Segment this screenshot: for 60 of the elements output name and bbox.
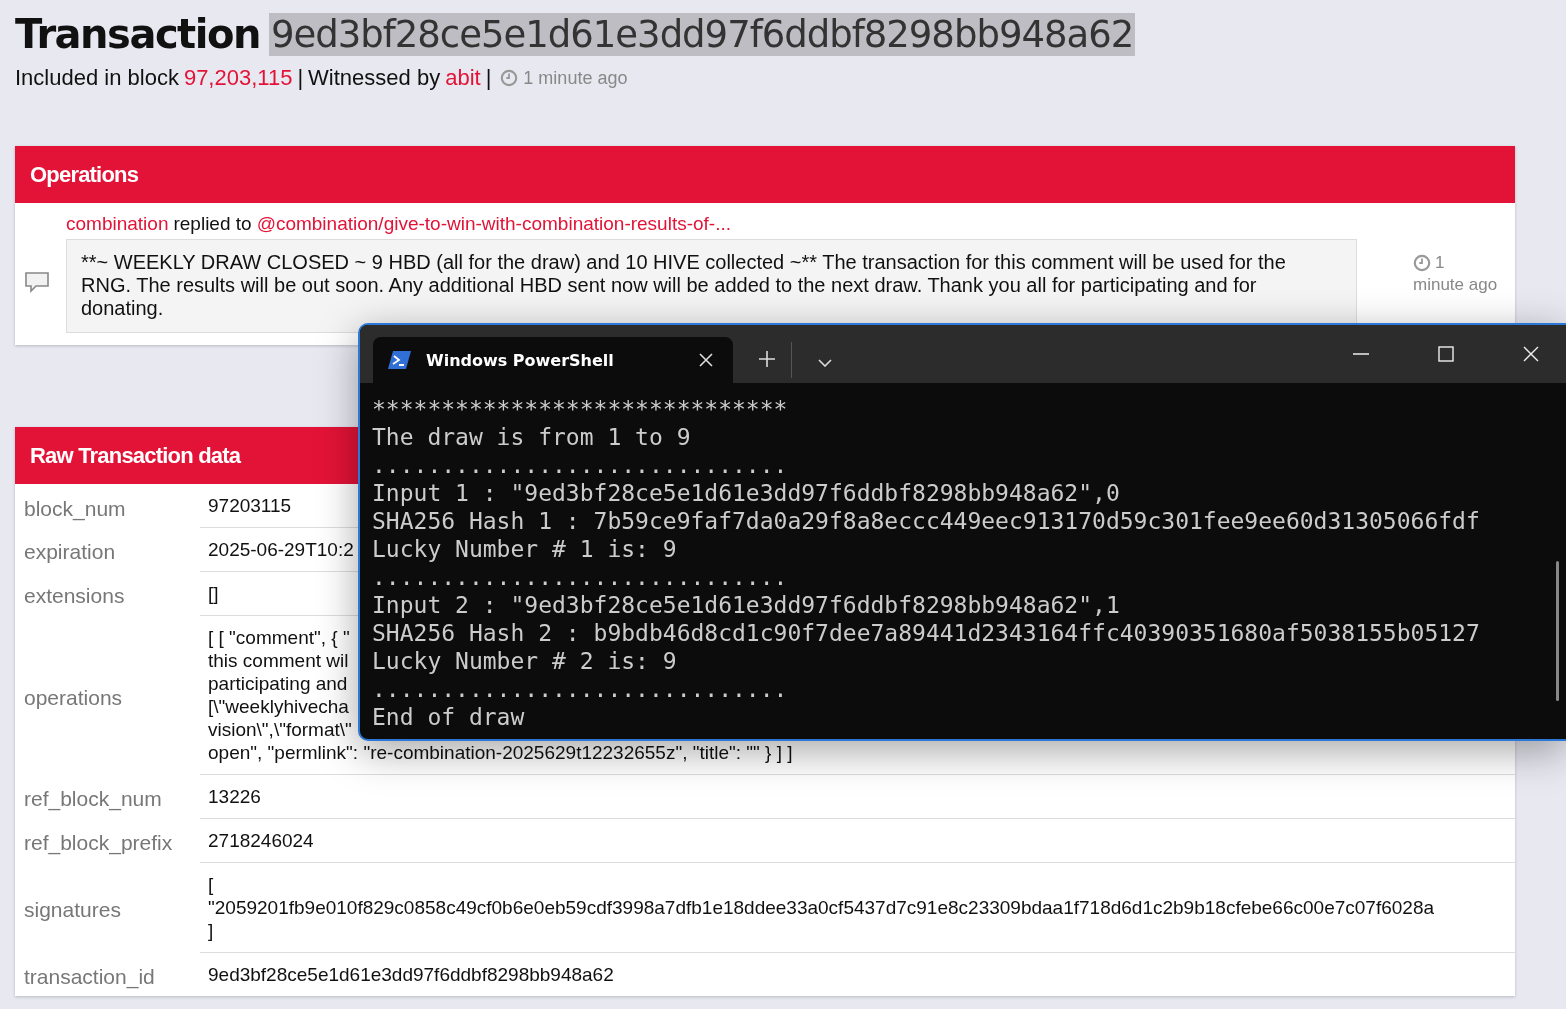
witness-label: Witnessed by xyxy=(308,65,441,91)
timestamp: minute ago xyxy=(1413,275,1498,295)
field-value: [ [ "comment", { " xyxy=(208,627,350,648)
transaction-hash: 9ed3bf28ce5e1d61e3dd97f6ddbf8298bb948a62 xyxy=(268,12,1136,56)
page-title: Transaction xyxy=(15,11,260,57)
field-value: 2025-06-29T10:2 xyxy=(208,539,354,560)
block-link[interactable]: 97,203,115 xyxy=(183,65,293,91)
field-value: open", "permlink": "re-combination-2025629t12232655z", "title": "" } ] ] xyxy=(208,742,793,763)
block-label: Included in block xyxy=(15,65,179,91)
field-value: vision\",\"format\" xyxy=(208,719,352,740)
terminal-line: .............................. xyxy=(372,563,789,591)
close-icon[interactable] xyxy=(699,353,713,367)
comment-body: **~ WEEKLY DRAW CLOSED ~ 9 HBD (all for the draw) and 10 HIVE collected ~** The transaction for this comment will be used for the RNG. The results will be out soon. Any additional HBD sent now will be added to the next draw. Thank you all for participating and for donating. xyxy=(66,239,1357,333)
card-header: Operations xyxy=(15,146,1515,203)
field-value: [] xyxy=(208,583,219,604)
terminal-line: .............................. xyxy=(372,675,789,703)
terminal-line: .............................. xyxy=(372,451,789,479)
terminal-line: ****************************** xyxy=(372,395,789,423)
separator: | xyxy=(297,65,304,91)
comment-icon xyxy=(24,271,50,293)
timestamp: 1 xyxy=(1435,253,1445,273)
field-value: [ xyxy=(208,874,214,895)
field-value: ] xyxy=(208,920,214,941)
field-key: ref_block_prefix xyxy=(15,818,200,862)
field-value: 2718246024 xyxy=(208,830,314,851)
field-key: block_num xyxy=(15,484,200,527)
field-key: ref_block_num xyxy=(15,774,200,818)
field-value: participating and xyxy=(208,673,348,694)
maximize-icon[interactable] xyxy=(1438,346,1454,362)
terminal-tab[interactable]: Windows PowerShell xyxy=(373,337,733,383)
field-value: 97203115 xyxy=(208,495,292,516)
field-key: extensions xyxy=(15,571,200,615)
close-icon[interactable] xyxy=(1523,346,1539,362)
post-link[interactable]: @combination/give-to-win-with-combination-results-of-... xyxy=(256,213,732,235)
field-value: "2059201fb9e010f829c0858c49cf0b6e0eb59cdf3998a7dfb1e18ddee33a0cf5437d7c91e8c23309bdaa1f718d6d1c2b9b18cfebe66c00e7c07f6028a xyxy=(208,897,1434,918)
field-value: 9ed3bf28ce5e1d61e3dd97f6ddbf8298bb948a62 xyxy=(208,964,614,985)
terminal-line: SHA256 Hash 1 : 7b59ce9faf7da0a29f8a8eccc449eec913170d59c301fee9ee60d31305066fdf xyxy=(372,507,1481,535)
timestamp: 1 minute ago xyxy=(523,67,628,89)
field-value: 13226 xyxy=(208,786,261,807)
chevron-down-icon[interactable] xyxy=(818,359,832,367)
clock-icon xyxy=(1413,254,1431,272)
author-link[interactable]: combination xyxy=(66,213,169,235)
field-value: [\"weeklyhivecha xyxy=(208,696,349,717)
terminal-line: Input 2 : "9ed3bf28ce5e1d61e3dd97f6ddbf8298bb948a62",1 xyxy=(372,591,1121,619)
field-value: this comment wil xyxy=(208,650,349,671)
clock-icon xyxy=(500,69,519,87)
terminal-line: Lucky Number # 2 is: 9 xyxy=(372,647,678,675)
scrollbar[interactable] xyxy=(1556,561,1559,701)
witness-link[interactable]: abit xyxy=(445,65,481,91)
terminal-line: SHA256 Hash 2 : b9bdb46d8cd1c90f7dee7a89441d2343164ffc40390351680af5038155b05127 xyxy=(372,619,1481,647)
field-key: expiration xyxy=(15,527,200,571)
powershell-icon xyxy=(388,350,412,370)
field-key: operations xyxy=(15,615,200,774)
terminal-line: Lucky Number # 1 is: 9 xyxy=(372,535,678,563)
field-key: signatures xyxy=(15,862,200,952)
field-key: transaction_id xyxy=(15,952,200,996)
terminal-line: End of draw xyxy=(372,703,526,731)
action-text: replied to xyxy=(173,213,252,235)
plus-icon[interactable] xyxy=(759,351,775,367)
separator: | xyxy=(485,65,492,91)
